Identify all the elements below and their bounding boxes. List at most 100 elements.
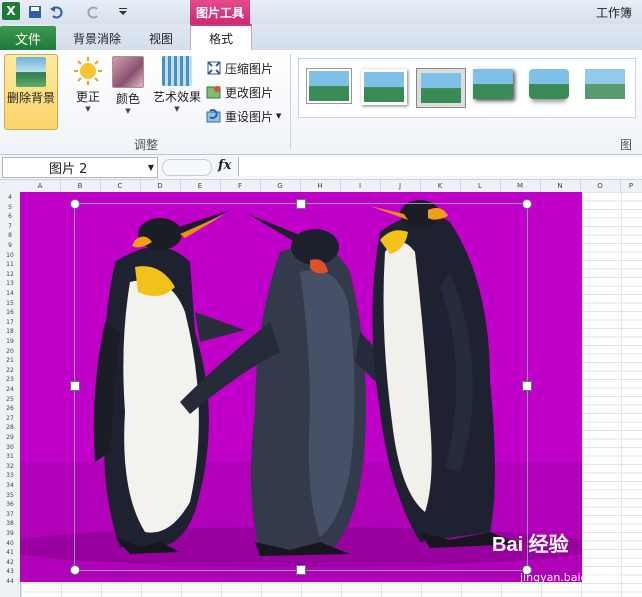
change-picture-icon — [206, 86, 221, 99]
row-header[interactable]: 23 — [0, 376, 20, 383]
row-header[interactable]: 21 — [0, 357, 20, 364]
picture-tools-context-tab: 图片工具 — [190, 0, 250, 24]
row-header[interactable]: 20 — [0, 348, 20, 355]
tab-view[interactable]: 视图 — [136, 26, 186, 50]
compress-icon — [207, 61, 221, 75]
row-header[interactable]: 43 — [0, 568, 20, 575]
column-header[interactable]: M — [500, 180, 541, 192]
column-header[interactable]: C — [100, 180, 141, 192]
reset-picture-label: 重设图片 — [225, 109, 274, 124]
row-header[interactable]: 16 — [0, 309, 20, 316]
column-header[interactable]: H — [300, 180, 341, 192]
baidu-watermark-brand: Bai 经验 — [492, 534, 569, 556]
tab-format[interactable]: 格式 — [190, 24, 252, 51]
column-header[interactable]: D — [140, 180, 181, 192]
column-header[interactable]: G — [260, 180, 301, 192]
row-header[interactable]: 14 — [0, 290, 20, 297]
column-header[interactable]: K — [420, 180, 461, 192]
resize-handle-left[interactable] — [70, 381, 80, 391]
excel-logo-icon[interactable]: X — [2, 2, 20, 20]
column-header[interactable]: A — [20, 180, 61, 192]
row-header[interactable]: 30 — [0, 444, 20, 451]
sun-icon — [73, 56, 103, 86]
column-header[interactable]: O — [580, 180, 621, 192]
save-icon[interactable] — [26, 3, 44, 21]
row-header[interactable]: 31 — [0, 453, 20, 460]
picture-style-thumb[interactable] — [585, 69, 625, 99]
column-header[interactable]: F — [220, 180, 261, 192]
row-header[interactable]: 19 — [0, 338, 20, 345]
color-icon — [112, 56, 144, 88]
row-header[interactable]: 32 — [0, 463, 20, 470]
tab-background-removal[interactable]: 背景消除 — [64, 26, 130, 50]
row-header[interactable]: 22 — [0, 367, 20, 374]
row-header[interactable]: 10 — [0, 252, 20, 259]
row-header[interactable]: 8 — [0, 232, 20, 239]
row-header[interactable]: 39 — [0, 530, 20, 537]
row-header[interactable]: 4 — [0, 194, 20, 201]
row-header[interactable]: 40 — [0, 540, 20, 547]
picture-style-thumb[interactable] — [307, 69, 351, 103]
row-header[interactable]: 13 — [0, 280, 20, 287]
row-header[interactable]: 18 — [0, 328, 20, 335]
row-header[interactable]: 26 — [0, 405, 20, 412]
chevron-down-icon[interactable]: ▼ — [148, 163, 154, 172]
compress-pictures-button[interactable]: 压缩图片 — [206, 58, 273, 78]
customize-qat-icon[interactable] — [114, 3, 132, 21]
row-header[interactable]: 38 — [0, 520, 20, 527]
undo-icon[interactable] — [48, 3, 66, 21]
row-header[interactable]: 34 — [0, 482, 20, 489]
name-box[interactable]: 图片 2 ▼ — [2, 157, 158, 178]
row-header[interactable]: 6 — [0, 213, 20, 220]
row-header[interactable]: 11 — [0, 261, 20, 268]
change-picture-button[interactable]: 更改图片 — [206, 82, 273, 102]
row-header[interactable]: 17 — [0, 319, 20, 326]
row-header[interactable]: 5 — [0, 204, 20, 211]
row-header[interactable]: 25 — [0, 396, 20, 403]
resize-handle-bottom[interactable] — [296, 565, 306, 575]
picture-style-thumb[interactable] — [361, 69, 407, 105]
row-header[interactable]: 28 — [0, 424, 20, 431]
column-header[interactable]: L — [460, 180, 501, 192]
remove-background-icon — [16, 57, 46, 87]
row-header[interactable]: 41 — [0, 549, 20, 556]
column-header[interactable]: E — [180, 180, 221, 192]
row-header[interactable]: 35 — [0, 492, 20, 499]
picture-style-thumb[interactable] — [473, 69, 513, 99]
row-header[interactable]: 37 — [0, 511, 20, 518]
remove-background-button[interactable]: 删除背景 — [4, 54, 58, 130]
row-header[interactable]: 9 — [0, 242, 20, 249]
column-header[interactable]: N — [540, 180, 581, 192]
resize-handle-top[interactable] — [296, 199, 306, 209]
row-header[interactable]: 42 — [0, 559, 20, 566]
artistic-effects-button[interactable]: 艺术效果 ▼ — [150, 54, 204, 134]
formula-bar-resize-handle[interactable] — [162, 159, 212, 176]
row-header[interactable]: 36 — [0, 501, 20, 508]
resize-handle-bottom-left[interactable] — [70, 565, 80, 575]
reset-picture-button[interactable]: 重设图片 ▼ — [206, 106, 281, 126]
resize-handle-right[interactable] — [522, 381, 532, 391]
resize-handle-top-left[interactable] — [70, 199, 80, 209]
row-header[interactable]: 33 — [0, 472, 20, 479]
tab-file[interactable]: 文件 — [0, 26, 56, 50]
picture-style-thumb[interactable] — [417, 69, 465, 107]
row-header[interactable]: 29 — [0, 434, 20, 441]
column-header[interactable]: B — [60, 180, 101, 192]
picture-style-thumb[interactable] — [529, 69, 569, 99]
formula-input[interactable] — [238, 157, 642, 176]
row-header[interactable]: 7 — [0, 223, 20, 230]
color-button[interactable]: 颜色 ▼ — [102, 54, 154, 134]
resize-handle-top-right[interactable] — [522, 199, 532, 209]
redo-icon[interactable] — [84, 3, 102, 21]
insert-function-button[interactable]: fx — [218, 158, 231, 173]
name-box-value: 图片 2 — [49, 162, 88, 177]
row-header[interactable]: 44 — [0, 578, 20, 585]
picture-styles-gallery[interactable] — [298, 58, 636, 118]
row-header[interactable]: 27 — [0, 415, 20, 422]
row-header[interactable]: 24 — [0, 386, 20, 393]
column-header[interactable]: J — [380, 180, 421, 192]
column-header[interactable]: P — [620, 180, 642, 192]
column-header[interactable]: I — [340, 180, 381, 192]
row-header[interactable]: 15 — [0, 300, 20, 307]
row-header[interactable]: 12 — [0, 271, 20, 278]
